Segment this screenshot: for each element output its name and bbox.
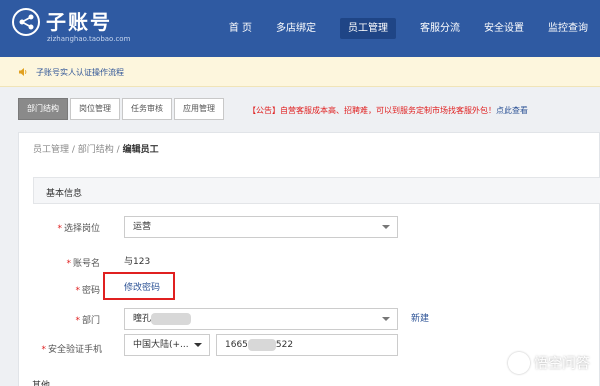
section-title: 基本信息 [46,189,83,199]
tab-app-management[interactable]: 应用管理 [174,98,224,120]
tab-task-review[interactable]: 任务审核 [122,98,172,120]
notice-link[interactable]: 子账号实人认证操作流程 [36,67,124,78]
password-label: * 密码 [75,286,100,296]
position-select[interactable]: 运营 [124,216,398,238]
nav-monitor[interactable]: 监控查询 [536,0,600,57]
chevron-down-icon [382,317,390,321]
announcement: 【公告】自营客服成本高、招聘难，可以到服务定制市场找客服外包！点此查看 [248,106,528,115]
dept-label: * 部门 [75,316,100,326]
top-header: 子账号 zizhanghao.taobao.com 首 页 多店绑定 员工管理 … [0,0,600,57]
watermark: 悟空问答 [508,352,590,374]
main-nav: 首 页 多店绑定 员工管理 客服分流 安全设置 监控查询 [217,0,600,57]
tab-position[interactable]: 岗位管理 [70,98,120,120]
basic-info-header: 基本信息 [33,177,600,204]
nav-multi-store[interactable]: 多店绑定 [264,0,328,57]
nav-customer-service[interactable]: 客服分流 [408,0,472,57]
nav-staff-management[interactable]: 员工管理 [328,0,408,57]
phone-region-select[interactable]: 中国大陆(+... [124,334,210,356]
phone-input[interactable]: 1665 522 [216,334,398,356]
crumb-dept[interactable]: 部门结构 [78,145,114,155]
brand-domain: zizhanghao.taobao.com [47,35,131,43]
redaction [247,338,276,351]
breadcrumb: 员工管理 / 部门结构 / 编辑员工 [33,145,159,155]
announcement-link[interactable]: 点此查看 [496,106,528,115]
sub-tabs: 部门结构 岗位管理 任务审核 应用管理 [18,98,226,120]
position-label: * 选择岗位 [57,224,100,234]
nav-security[interactable]: 安全设置 [472,0,536,57]
redaction [151,312,192,325]
caret-down-icon [194,343,202,347]
tab-department[interactable]: 部门结构 [18,98,68,120]
dept-select[interactable]: 曈孔 [124,308,398,330]
crumb-current: 编辑员工 [122,145,159,155]
crumb-staff[interactable]: 员工管理 [33,145,69,155]
phone-label: * 安全验证手机 [41,345,102,355]
account-value: 与123 [124,257,151,267]
notice-bar: 子账号实人认证操作流程 [0,57,600,87]
highlight-box [103,272,175,300]
watermark-logo-icon [508,352,530,374]
brand-name: 子账号 [46,10,112,34]
chevron-down-icon [382,225,390,229]
account-label: * 账号名 [66,259,100,269]
new-dept-link[interactable]: 新建 [411,311,429,324]
nav-home[interactable]: 首 页 [217,0,264,57]
other-section-title: 其他 [32,381,51,386]
speaker-icon [19,68,27,76]
share-logo-icon[interactable] [12,8,40,36]
